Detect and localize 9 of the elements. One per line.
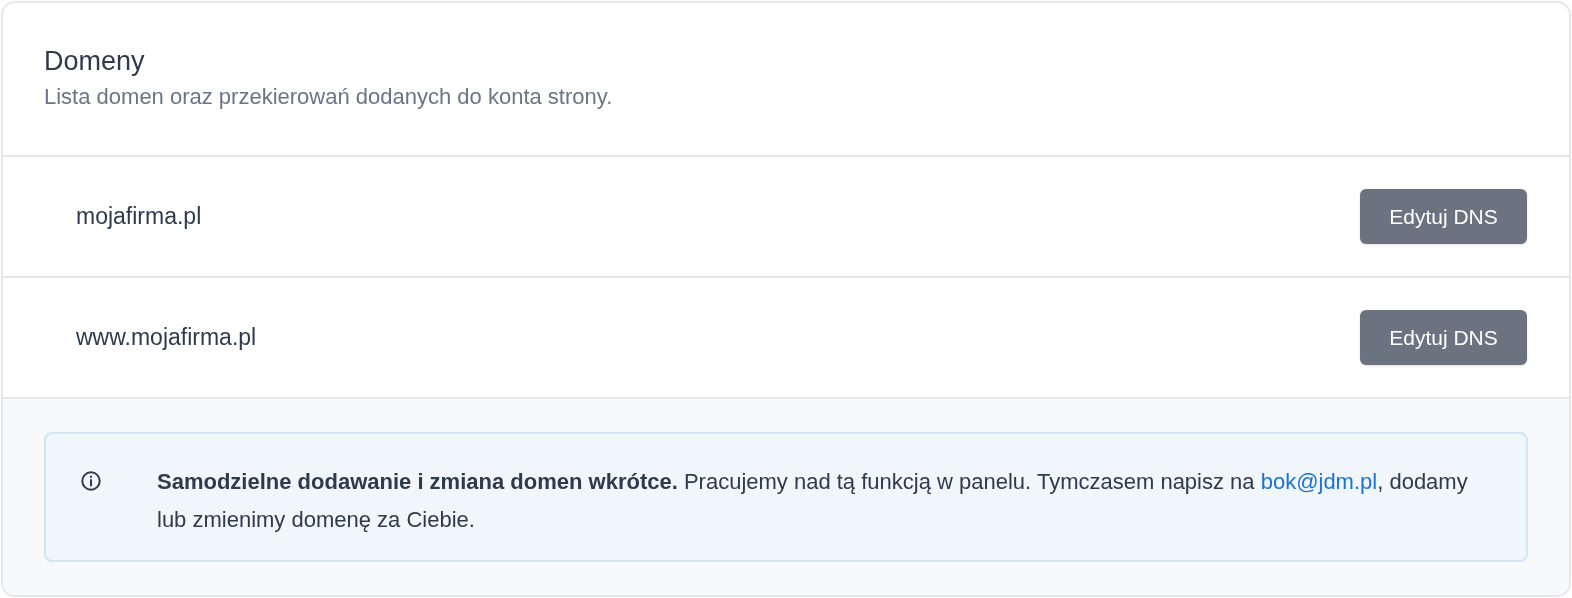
section-title: Domeny: [44, 45, 146, 78]
edit-dns-button[interactable]: Edytuj DNS: [1360, 189, 1527, 244]
info-icon: [80, 470, 102, 492]
domain-name: mojafirma.pl: [76, 202, 202, 232]
edit-dns-button[interactable]: Edytuj DNS: [1360, 310, 1527, 365]
section-subtitle: Lista domen oraz przekierowań dodanych do konta strony.: [44, 83, 614, 111]
domain-name: www.mojafirma.pl: [76, 323, 257, 353]
notice-text: Samodzielne dodawanie i zmiana domen wkrótce. Pracujemy nad tą funkcją w panelu. Tymczasem napisz na bok@jdm.pl, dodamy lub zmienimy domenę za Ciebie.: [157, 468, 1469, 534]
email-link[interactable]: bok@jdm.pl: [1260, 469, 1378, 494]
